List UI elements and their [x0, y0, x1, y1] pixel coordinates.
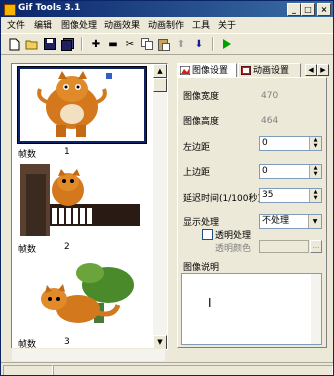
- tab-image-settings-label: 图像设置: [192, 66, 229, 76]
- toolbar: ✚ ▬ ✂ ⬆ ⬇: [1, 33, 333, 55]
- play-icon[interactable]: [220, 37, 234, 51]
- save-all-icon[interactable]: [60, 37, 74, 51]
- remove-icon[interactable]: ▬: [106, 37, 120, 51]
- frame-number: 3: [64, 337, 70, 347]
- frame-list-vertical-scrollbar[interactable]: ▲ ▼: [153, 64, 167, 349]
- delay-label: 延迟时间(1/100秒): [183, 194, 261, 204]
- width-label: 图像宽度: [183, 92, 220, 102]
- status-cell: [3, 365, 53, 375]
- display-label: 显示处理: [183, 218, 220, 228]
- left-margin-label: 左边距: [183, 143, 211, 153]
- image-settings-icon: [180, 66, 190, 75]
- transparent-label: 透明处理: [215, 231, 252, 241]
- width-value: 470: [261, 91, 279, 101]
- top-margin-spinner[interactable]: 0 ▲ ▼: [259, 164, 322, 179]
- frame-thumbnail[interactable]: [17, 66, 147, 144]
- height-label: 图像高度: [183, 117, 220, 127]
- description-scrollbar[interactable]: [311, 274, 321, 344]
- left-margin-value: 0: [262, 138, 268, 148]
- toolbar-separator: [212, 37, 214, 51]
- transparent-color-field: [259, 240, 309, 253]
- spinner-arrows-icon[interactable]: ▲ ▼: [309, 165, 321, 178]
- app-icon: [4, 4, 16, 16]
- tab-animation-settings-label: 动画设置: [253, 66, 290, 76]
- frame-list-content: 帧数 1 帧数 2 帧数 3: [12, 64, 152, 349]
- delay-spinner[interactable]: 35 ▲ ▼: [259, 188, 322, 203]
- menu-file[interactable]: 文件: [7, 18, 25, 31]
- save-icon[interactable]: [43, 37, 57, 51]
- frame-list-horizontal-scrollbar[interactable]: [11, 348, 166, 362]
- open-icon[interactable]: [25, 37, 39, 51]
- frame-thumbnail[interactable]: [18, 162, 146, 238]
- window-title: Gif Tools 3.1: [18, 3, 81, 13]
- maximize-button[interactable]: □: [301, 3, 315, 16]
- menu-animation-effects[interactable]: 动画效果: [104, 18, 140, 31]
- status-cell: [53, 365, 333, 375]
- status-bar: [1, 362, 333, 375]
- menu-image-processing[interactable]: 图像处理: [61, 18, 97, 31]
- transparent-checkbox[interactable]: [202, 229, 213, 240]
- transparent-color-button[interactable]: ...: [310, 240, 322, 253]
- delay-value: 35: [262, 190, 274, 200]
- spinner-arrows-icon[interactable]: ▲ ▼: [309, 189, 321, 202]
- frame-number: 2: [64, 242, 70, 252]
- spinner-arrows-icon[interactable]: ▲ ▼: [309, 137, 321, 150]
- menu-animation-create[interactable]: 动画制作: [148, 18, 184, 31]
- height-value: 464: [261, 116, 279, 126]
- cat-image: [20, 69, 144, 141]
- frame-number: 1: [64, 147, 70, 157]
- cut-icon[interactable]: ✂: [123, 37, 137, 51]
- move-up-icon[interactable]: ⬆: [174, 37, 188, 51]
- move-down-icon[interactable]: ⬇: [192, 37, 206, 51]
- tab-animation-settings[interactable]: 动画设置: [238, 63, 301, 77]
- top-margin-value: 0: [262, 166, 268, 176]
- transparent-color-label: 透明颜色: [215, 244, 252, 254]
- top-margin-label: 上边距: [183, 168, 211, 178]
- add-icon[interactable]: ✚: [89, 37, 103, 51]
- new-icon[interactable]: [7, 37, 21, 51]
- tab-scroll-left[interactable]: ◀: [305, 64, 317, 76]
- left-margin-spinner[interactable]: 0 ▲ ▼: [259, 136, 322, 151]
- description-textarea[interactable]: I: [181, 273, 322, 345]
- menu-edit[interactable]: 编辑: [34, 18, 52, 31]
- scroll-thumb[interactable]: [153, 78, 167, 92]
- display-select-value: 不处理: [262, 216, 290, 226]
- menu-about[interactable]: 关于: [218, 18, 236, 31]
- text-cursor-icon: I: [208, 296, 212, 310]
- display-select[interactable]: 不处理 ▼: [259, 214, 322, 229]
- tab-image-settings[interactable]: 图像设置: [177, 63, 237, 77]
- tab-scroll-right[interactable]: ▶: [317, 64, 329, 76]
- app-window: Gif Tools 3.1 _ □ × 文件 编辑 图像处理 动画效果 动画制作…: [0, 0, 334, 376]
- frame-label: 帧数: [18, 245, 37, 255]
- title-bar: Gif Tools 3.1 _ □ ×: [1, 1, 333, 17]
- frame-label: 帧数: [18, 150, 37, 160]
- menu-tools[interactable]: 工具: [192, 18, 210, 31]
- copy-icon[interactable]: [140, 37, 154, 51]
- frame-thumbnail[interactable]: [18, 257, 146, 333]
- scroll-up-button[interactable]: ▲: [153, 64, 167, 78]
- settings-tabs: 图像设置 动画设置 ◀ ▶: [177, 63, 329, 77]
- paste-icon[interactable]: [157, 37, 171, 51]
- animation-settings-icon: [241, 66, 251, 75]
- frame-list: 帧数 1 帧数 2 帧数 3 ▲ ▼: [11, 63, 168, 350]
- toolbar-separator: [81, 37, 83, 51]
- cat-image: [20, 164, 144, 236]
- menu-bar: 文件 编辑 图像处理 动画效果 动画制作 工具 关于: [1, 17, 333, 32]
- chevron-down-icon[interactable]: ▼: [308, 215, 321, 228]
- close-button[interactable]: ×: [317, 3, 331, 16]
- description-label: 图像说明: [183, 263, 220, 273]
- cat-image: [20, 259, 144, 331]
- minimize-button[interactable]: _: [287, 3, 301, 16]
- scroll-down-button[interactable]: ▼: [153, 335, 167, 349]
